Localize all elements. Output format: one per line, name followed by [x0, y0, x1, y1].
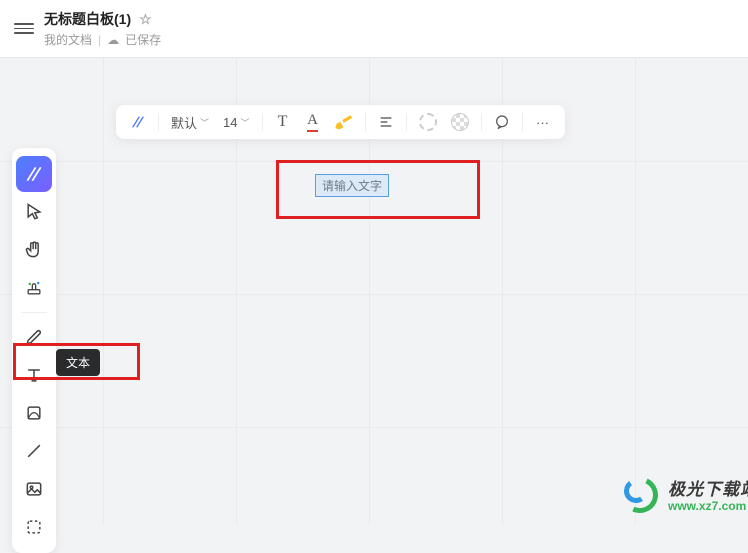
menu-icon[interactable] — [14, 19, 34, 39]
frame-tool[interactable] — [16, 509, 52, 545]
border-style-button[interactable] — [413, 108, 443, 136]
separator — [522, 113, 523, 131]
watermark: 极光下载站 www.xz7.com — [620, 475, 748, 519]
watermark-url: www.xz7.com — [668, 500, 748, 513]
hand-tool[interactable] — [16, 232, 52, 268]
comment-button[interactable] — [488, 108, 516, 136]
title-block: 无标题白板(1) ☆ 我的文档 | ☁ 已保存 — [44, 9, 161, 48]
image-tool[interactable] — [16, 471, 52, 507]
text-input-placeholder[interactable]: 请输入文字 — [315, 174, 389, 197]
separator — [158, 113, 159, 131]
highlighter-button[interactable] — [329, 108, 359, 136]
divider: | — [98, 33, 101, 47]
font-color-button[interactable]: A — [299, 108, 327, 136]
star-icon[interactable]: ☆ — [139, 11, 152, 28]
ai-tool-button[interactable] — [124, 108, 152, 136]
more-button[interactable]: ··· — [529, 108, 557, 136]
header-bar: 无标题白板(1) ☆ 我的文档 | ☁ 已保存 — [0, 0, 748, 58]
breadcrumb[interactable]: 我的文档 — [44, 31, 92, 48]
align-button[interactable] — [372, 108, 400, 136]
separator — [481, 113, 482, 131]
chevron-down-icon: ﹀ — [200, 116, 209, 129]
pen-tool[interactable] — [16, 319, 52, 355]
shape-tool[interactable] — [16, 395, 52, 431]
watermark-name: 极光下载站 — [668, 481, 748, 500]
fill-style-button[interactable] — [445, 108, 475, 136]
line-tool[interactable] — [16, 433, 52, 469]
ai-pen-tool[interactable] — [16, 156, 52, 192]
font-color-letter: A — [307, 112, 318, 132]
select-tool[interactable] — [16, 194, 52, 230]
toolbar-divider — [21, 312, 47, 313]
checker-circle-icon — [451, 113, 469, 131]
font-name-label: 默认 — [171, 113, 197, 132]
save-status: 已保存 — [125, 31, 161, 48]
separator — [262, 113, 263, 131]
chevron-down-icon: ﹀ — [241, 116, 250, 129]
text-tool-tooltip: 文本 — [56, 349, 100, 376]
font-size-select[interactable]: 14 ﹀ — [217, 108, 255, 136]
dashed-circle-icon — [419, 113, 437, 131]
font-size-label: 14 — [223, 115, 237, 130]
text-style-button[interactable]: T — [269, 108, 297, 136]
font-family-select[interactable]: 默认 ﹀ — [165, 108, 215, 136]
separator — [406, 113, 407, 131]
watermark-logo-icon — [620, 475, 664, 519]
cloud-icon: ☁ — [107, 33, 119, 47]
page-title[interactable]: 无标题白板(1) — [44, 9, 131, 29]
left-toolbar — [12, 148, 56, 553]
text-tool[interactable] — [16, 357, 52, 393]
format-toolbar: 默认 ﹀ 14 ﹀ T A ··· — [116, 105, 565, 139]
stamp-tool[interactable] — [16, 270, 52, 306]
separator — [365, 113, 366, 131]
